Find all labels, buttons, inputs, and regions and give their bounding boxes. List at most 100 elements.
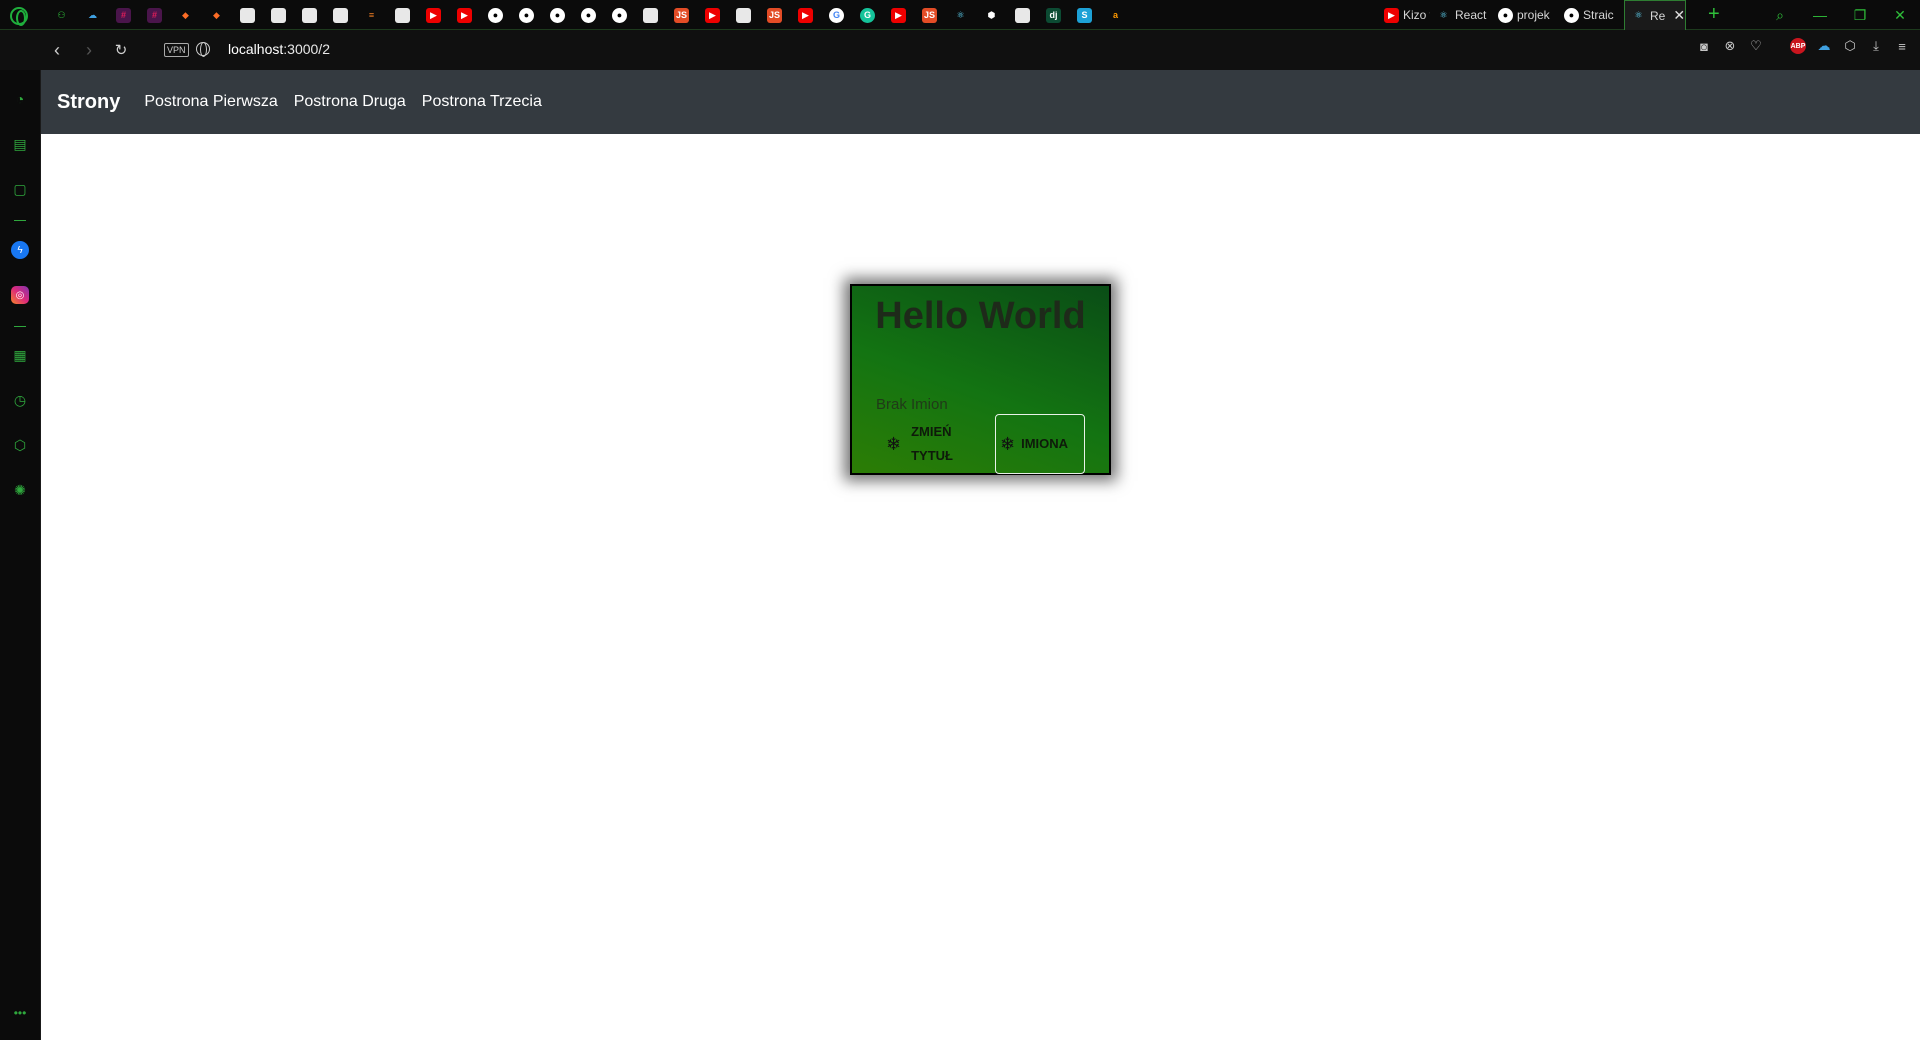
pinned-tab[interactable]: S [1069, 0, 1100, 30]
file-icon: ▯ [240, 7, 255, 23]
pinned-tab[interactable]: ● [511, 0, 542, 30]
close-icon[interactable]: ✕ [1673, 7, 1685, 24]
vpn-badge[interactable]: VPN [164, 43, 189, 57]
back-icon[interactable]: ‹ [46, 39, 68, 61]
pinned-tab[interactable]: ▯ [294, 0, 325, 30]
download-icon[interactable]: ⤓ [1868, 38, 1884, 54]
pinned-tab[interactable]: ⬢ [976, 0, 1007, 30]
forward-icon[interactable]: › [78, 39, 100, 61]
nodejs-icon: ⬢ [987, 9, 996, 20]
gitlab-icon: ◆ [213, 9, 220, 20]
pinned-tab[interactable]: ▶ [790, 0, 821, 30]
pinned-tab[interactable]: JS [914, 0, 945, 30]
url-host: localhost [228, 41, 284, 57]
tab-label: projek [1517, 8, 1550, 22]
tab-projek[interactable]: ● projek [1492, 0, 1558, 30]
reload-icon[interactable]: ↻ [110, 39, 132, 61]
sidebar-divider [14, 326, 26, 327]
tab-label: Re [1650, 8, 1666, 23]
adblock-icon[interactable]: ABP [1790, 38, 1806, 54]
pinned-tab[interactable]: a [1100, 0, 1131, 30]
restore-icon[interactable]: ❐ [1840, 0, 1880, 30]
pinned-tab[interactable]: ▯ [387, 0, 418, 30]
pinned-tab[interactable]: ▶ [449, 0, 480, 30]
sidebar-divider [14, 220, 26, 221]
globe-icon[interactable] [196, 42, 210, 57]
pinned-tab[interactable]: JS [666, 0, 697, 30]
brand-link[interactable]: Strony [57, 91, 120, 114]
pinned-tab[interactable]: ⚛ [945, 0, 976, 30]
pinned-tab[interactable]: G [852, 0, 883, 30]
pinned-tab[interactable]: ◆ [170, 0, 201, 30]
tab-active[interactable]: ⚛ Re ✕ [1624, 0, 1686, 30]
pinned-tab[interactable]: ≡ [356, 0, 387, 30]
pinned-tab[interactable]: ▯ [635, 0, 666, 30]
pinned-tab[interactable]: ▯ [232, 0, 263, 30]
react-icon: ⚛ [956, 9, 965, 20]
minimize-icon[interactable]: — [1800, 0, 1840, 30]
nav-link-first[interactable]: Postrona Pierwsza [144, 93, 277, 111]
youtube-icon: ▶ [891, 7, 906, 23]
pinned-tab[interactable]: ▯ [263, 0, 294, 30]
clock-icon[interactable]: ◷ [11, 391, 29, 409]
pinned-tab[interactable]: dj [1038, 0, 1069, 30]
pinned-tab[interactable]: ▯ [728, 0, 759, 30]
gear-icon[interactable]: ✺ [11, 481, 29, 499]
pinned-tab[interactable]: ▯ [325, 0, 356, 30]
new-tab-button[interactable]: + [1708, 3, 1720, 26]
change-title-button[interactable]: ❄ ZMIEŃ TYTUŁ [872, 414, 990, 474]
youtube-icon: ▶ [426, 7, 441, 23]
opera-logo-icon[interactable] [10, 7, 28, 26]
speed-dial-icon[interactable]: ◔ [11, 90, 29, 108]
instagram-icon[interactable]: ◎ [11, 286, 29, 304]
pinned-tab[interactable]: JS [759, 0, 790, 30]
nav-link-third[interactable]: Postrona Trzecia [422, 93, 542, 111]
github-icon: ● [519, 7, 534, 23]
snowflake-icon: ❄ [1000, 433, 1016, 454]
pinned-tab[interactable]: ◆ [201, 0, 232, 30]
close-window-icon[interactable]: ✕ [1880, 0, 1920, 30]
grid-icon[interactable]: ▦ [11, 346, 29, 364]
url-field[interactable]: localhost:3000/2 [228, 41, 330, 57]
youtube-icon: ▶ [457, 7, 472, 23]
pinned-tab[interactable]: ● [604, 0, 635, 30]
pinned-tab[interactable]: # [108, 0, 139, 30]
file-icon: ▯ [271, 7, 286, 23]
pinned-tab[interactable]: ⚇ [46, 0, 77, 30]
pinned-tab[interactable]: # [139, 0, 170, 30]
pinned-tab[interactable]: ▶ [883, 0, 914, 30]
camera-icon[interactable]: ◙ [1696, 38, 1712, 54]
menu-icon[interactable]: ≡ [1894, 38, 1910, 54]
tab-straic[interactable]: ● Straic [1558, 0, 1624, 30]
tab-kizo[interactable]: ▶ Kizo fi [1378, 0, 1430, 30]
tab-label: React [1455, 8, 1487, 22]
tab-react[interactable]: ⚛ React [1430, 0, 1492, 30]
close-circle-icon[interactable]: ⊗ [1722, 38, 1738, 54]
github-icon: ● [612, 7, 627, 23]
pinned-tab[interactable]: ● [480, 0, 511, 30]
js-icon: JS [922, 7, 937, 23]
cube-icon[interactable]: ⬡ [11, 436, 29, 454]
messenger-icon[interactable]: ϟ [11, 241, 29, 259]
briefcase-icon[interactable]: ▤ [11, 135, 29, 153]
cloud-icon[interactable]: ☁ [1816, 38, 1832, 54]
search-icon[interactable]: ⌕ [1760, 0, 1800, 30]
nav-link-second[interactable]: Postrona Druga [294, 93, 406, 111]
stackoverflow-icon: ≡ [368, 10, 375, 20]
pinned-tab[interactable]: ● [542, 0, 573, 30]
pinned-tab[interactable]: ▶ [697, 0, 728, 30]
pinned-tab[interactable]: ▶ [418, 0, 449, 30]
url-path: :3000/2 [283, 41, 330, 57]
cube-icon[interactable]: ⬡ [1842, 38, 1858, 54]
more-icon[interactable]: ••• [11, 1004, 29, 1022]
pinned-tab[interactable]: ☁ [77, 0, 108, 30]
cloud-icon: ☁ [88, 9, 97, 20]
pinned-tab[interactable]: ● [573, 0, 604, 30]
twitch-icon[interactable]: ▢ [11, 180, 29, 198]
heart-icon[interactable]: ♡ [1748, 38, 1764, 54]
titled-tabs: ▶ Kizo fi ⚛ React ● projek ● Straic ⚛ Re… [1378, 0, 1686, 30]
pinned-tab[interactable]: G [821, 0, 852, 30]
pinned-tab[interactable]: ▯ [1007, 0, 1038, 30]
react-icon: ⚛ [1439, 9, 1448, 20]
names-button[interactable]: ❄ IMIONA [995, 414, 1085, 474]
